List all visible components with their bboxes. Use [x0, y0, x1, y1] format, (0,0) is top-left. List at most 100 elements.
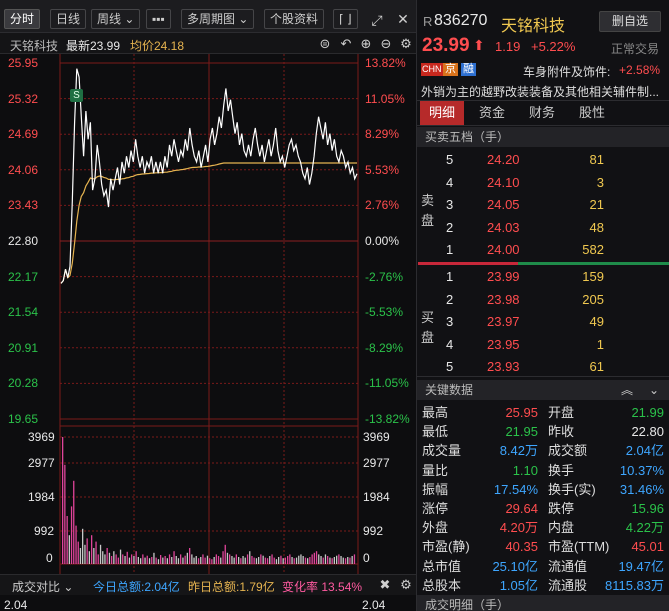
key-value: 25.10亿 [492, 558, 538, 574]
ask-level-row[interactable]: 3 24.05 21 [417, 196, 669, 214]
change-rate: 变化率 13.54% [282, 580, 363, 594]
collapse-icon[interactable]: ︽ [621, 380, 633, 400]
volume-bar [202, 554, 204, 564]
level-volume: 49 [589, 314, 604, 329]
today-total: 今日总额:2.04亿 [93, 580, 180, 594]
stock-name: 天铭科技 [501, 18, 566, 35]
tab-character[interactable]: 股性 [571, 101, 613, 125]
stock-profile-button[interactable]: 个股资料 [264, 9, 325, 29]
multi-period-button[interactable]: 多周期图 ⌄ [181, 9, 255, 29]
volume-bar [135, 551, 137, 564]
chn-badge[interactable]: CHN [421, 63, 443, 76]
volume-bar [151, 557, 153, 564]
tab-weekly[interactable]: 周线 ⌄ [91, 9, 141, 29]
pct-tick: -5.53% [365, 305, 404, 320]
bj-badge[interactable]: 京 [443, 63, 458, 76]
zoom-in-icon[interactable]: ⊕ [359, 37, 373, 51]
key-label: 成交额 [548, 443, 588, 459]
bid-level-row[interactable]: 4 23.95 1 [417, 336, 669, 354]
tab-intraday[interactable]: 分时 [4, 9, 41, 29]
ask-level-row[interactable]: 1 24.00 582 [417, 241, 669, 259]
bracket-button[interactable]: ⌈ ⌋ [333, 9, 358, 29]
volume-bar [215, 554, 217, 564]
volume-bar [148, 558, 151, 564]
gear-icon[interactable]: ⚙ [399, 37, 413, 51]
s-marker-icon[interactable]: S [70, 89, 83, 102]
gear-icon[interactable]: ⚙ [399, 578, 413, 592]
price-tick: 21.54 [8, 305, 39, 320]
latest-price-label: 最新23.99 [66, 39, 121, 53]
coin-icon[interactable]: ⊜ [318, 37, 332, 51]
level-index: 4 [446, 336, 454, 352]
key-label: 流通股 [548, 577, 588, 593]
business-desc: 外销为主的越野改装装备及其他相关辅件制... [421, 85, 660, 99]
price-change: 1.19 [495, 39, 521, 54]
more-button[interactable]: ▪▪▪ [146, 9, 171, 29]
volume-bar [162, 557, 164, 564]
volume-bar [204, 557, 206, 564]
volume-bar [231, 556, 233, 564]
tab-finance[interactable]: 财务 [521, 101, 563, 125]
key-data-header: 关键数据 ︽ ⌄ [417, 380, 669, 400]
bid-level-row[interactable]: 3 23.97 49 [417, 313, 669, 331]
volume-bar [117, 557, 119, 564]
key-label: 最低 [422, 424, 449, 440]
level-index: 3 [446, 197, 454, 212]
key-value: 4.22万 [625, 520, 664, 536]
tab-funds[interactable]: 资金 [471, 101, 513, 125]
compare-dropdown[interactable]: 成交对比 ⌄ [12, 578, 73, 595]
volume-bar [131, 554, 133, 564]
volume-bar [235, 554, 237, 564]
volume-bar [88, 551, 90, 564]
volume-bar [68, 535, 70, 564]
chart-info-bar: 天铭科技 最新23.99 均价24.18 ⊜ ↶ ⊕ ⊖ ⚙ [0, 33, 416, 54]
bid-level-row[interactable]: 2 23.98 205 [417, 291, 669, 309]
ask-level-row[interactable]: 5 24.20 81 [417, 151, 669, 169]
chevron-down-icon[interactable]: ⌄ [649, 380, 659, 400]
volume-tick: 992 [363, 524, 384, 538]
volume-bar [140, 558, 142, 564]
up-arrow-icon: ⬆ [473, 37, 485, 53]
volume-bar [155, 557, 157, 564]
tab-detail[interactable]: 明细 [420, 101, 464, 125]
tab-daily[interactable]: 日线 [50, 9, 87, 29]
price-tick: 24.06 [8, 162, 39, 177]
intraday-chart[interactable] [0, 54, 416, 574]
volume-bar [189, 548, 191, 564]
bid-level-row[interactable]: 1 23.99 159 [417, 268, 669, 286]
volume-bar [111, 556, 113, 564]
key-value: 8.42万 [499, 443, 538, 459]
turnover-compare-bar: 成交对比 ⌄ 今日总额:2.04亿 昨日总额:1.79亿 变化率 13.54% … [0, 574, 416, 595]
close-icon[interactable]: ✖ [378, 578, 392, 592]
volume-bar [251, 556, 253, 564]
level-volume: 21 [589, 197, 604, 212]
ask-level-row[interactable]: 4 24.10 3 [417, 174, 669, 192]
key-label: 换手(实) [548, 481, 596, 497]
margin-badge[interactable]: 融 [461, 63, 476, 76]
expand-icon[interactable]: ⤢ [370, 13, 384, 27]
key-value: 4.20万 [499, 520, 538, 536]
bid-level-row[interactable]: 5 23.93 61 [417, 358, 669, 376]
volume-bar [126, 551, 128, 564]
ask-level-row[interactable]: 2 24.03 48 [417, 219, 669, 237]
key-value: 21.95 [505, 424, 538, 440]
undo-icon[interactable]: ↶ [339, 37, 353, 51]
zoom-out-icon[interactable]: ⊖ [379, 37, 393, 51]
key-label: 流通值 [548, 558, 588, 574]
key-label: 内盘 [548, 520, 575, 536]
sector-name[interactable]: 车身附件及饰件: [523, 63, 610, 80]
level-volume: 3 [596, 174, 604, 190]
close-icon[interactable]: ✕ [396, 12, 410, 26]
volume-bar [249, 551, 251, 564]
level-index: 1 [446, 242, 454, 257]
price-tick: 24.69 [8, 127, 39, 142]
volume-bar [287, 556, 289, 564]
key-data-row: 外盘 4.20万 内盘 4.22万 [417, 519, 669, 537]
volume-bar [311, 554, 313, 564]
key-label: 总市值 [422, 558, 462, 574]
volume-bar [217, 556, 220, 564]
volume-bar [264, 557, 266, 564]
volume-bar [142, 554, 144, 564]
volume-bar [153, 552, 155, 564]
remove-watchlist-button[interactable]: 删自选 [599, 11, 661, 32]
